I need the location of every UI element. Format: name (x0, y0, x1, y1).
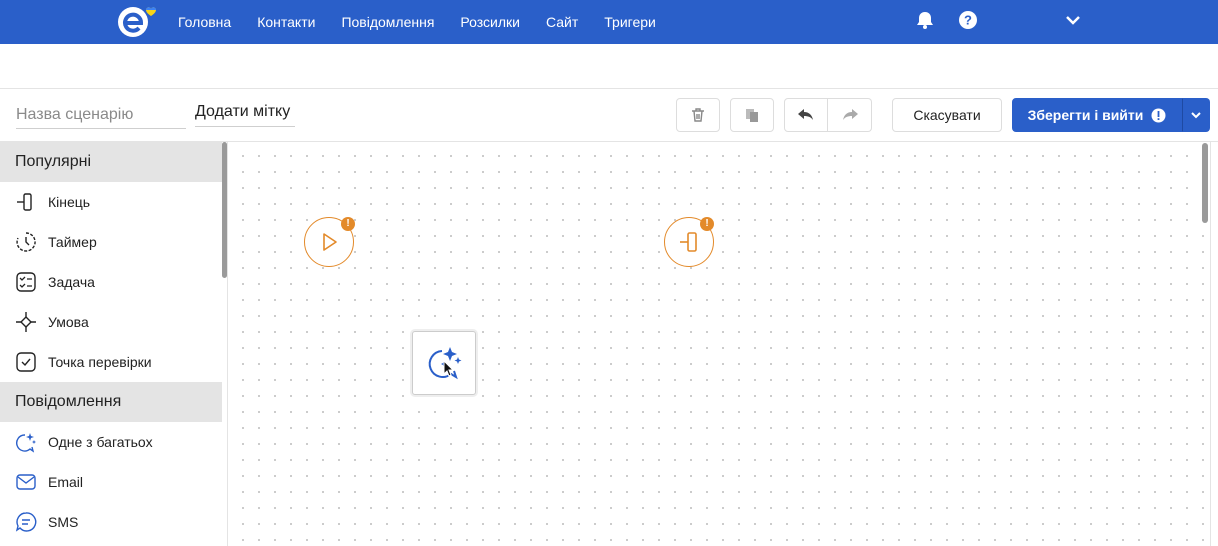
sidebar-item-email[interactable]: Email (0, 462, 227, 502)
task-icon (15, 271, 37, 293)
email-icon (15, 471, 37, 493)
sidebar-item-one-of-many[interactable]: Одне з багатьох (0, 422, 227, 462)
redo-button[interactable] (828, 98, 872, 132)
chevron-down-icon[interactable] (1062, 9, 1084, 31)
nav-triggers[interactable]: Тригери (604, 14, 656, 30)
sidebar-item-label: SMS (48, 514, 79, 530)
canvas-border (1210, 142, 1211, 546)
sidebar-item-task[interactable]: Задача (0, 262, 227, 302)
undo-icon (798, 109, 813, 120)
delete-button[interactable] (676, 98, 720, 132)
scenario-name-input[interactable] (16, 101, 186, 129)
one-of-many-node[interactable] (412, 331, 476, 395)
sidebar-item-label: Точка перевірки (48, 354, 152, 370)
trash-icon (692, 108, 704, 122)
sidebar-item-end[interactable]: Кінець (0, 182, 227, 222)
main-nav: Головна Контакти Повідомлення Розсилки С… (178, 0, 682, 44)
alert-icon (1151, 108, 1166, 122)
nav-home[interactable]: Головна (178, 14, 231, 30)
bell-icon[interactable] (914, 9, 936, 31)
timer-icon (15, 231, 37, 253)
sidebar-scrollbar[interactable] (222, 142, 227, 278)
chevron-down-icon (1191, 112, 1201, 119)
end-icon (15, 191, 37, 213)
copy-icon (746, 109, 758, 122)
sidebar-item-timer[interactable]: Таймер (0, 222, 227, 262)
canvas-scrollbar[interactable] (1202, 143, 1208, 223)
sidebar-item-sms[interactable]: SMS (0, 502, 227, 542)
play-icon (323, 233, 337, 251)
sidebar-item-label: Таймер (48, 234, 97, 250)
end-icon (680, 232, 697, 252)
undo-button[interactable] (784, 98, 828, 132)
nav-contacts[interactable]: Контакти (257, 14, 315, 30)
sidebar-item-label: Задача (48, 274, 95, 290)
section-popular-title: Популярні (0, 142, 222, 182)
nav-site[interactable]: Сайт (546, 14, 578, 30)
mouse-cursor-icon (443, 360, 455, 377)
logo-icon[interactable] (116, 4, 162, 38)
section-messages-title: Повідомлення (0, 382, 222, 422)
sms-icon (15, 511, 37, 533)
workflow-canvas[interactable] (229, 142, 1218, 546)
redo-icon (842, 109, 858, 120)
nav-messages[interactable]: Повідомлення (341, 14, 434, 30)
sidebar-item-label: Одне з багатьох (48, 434, 153, 450)
sidebar-item-condition[interactable]: Умова (0, 302, 227, 342)
svg-text:?: ? (964, 13, 972, 28)
save-and-exit-label: Зберегти і вийти (1027, 107, 1144, 123)
editor-toolbar: Додати мітку Скасувати Зберегти і вийти (0, 88, 1218, 142)
one-of-many-icon (15, 431, 37, 453)
warning-badge: ! (341, 217, 355, 231)
save-and-exit-button[interactable]: Зберегти і вийти (1012, 98, 1182, 132)
sidebar-item-label: Умова (48, 314, 89, 330)
sidebar-item-label: Кінець (48, 194, 91, 210)
warning-badge: ! (700, 217, 714, 231)
top-navbar: Головна Контакти Повідомлення Розсилки С… (0, 0, 1218, 44)
cancel-button[interactable]: Скасувати (892, 98, 1002, 132)
sidebar-item-checkpoint[interactable]: Точка перевірки (0, 342, 227, 382)
nav-campaigns[interactable]: Розсилки (460, 14, 520, 30)
checkpoint-icon (15, 351, 37, 373)
save-options-dropdown[interactable] (1182, 98, 1210, 132)
copy-button[interactable] (730, 98, 774, 132)
help-icon[interactable]: ? (957, 9, 979, 31)
condition-icon (15, 311, 37, 333)
sidebar-item-label: Email (48, 474, 84, 490)
blocks-sidebar: Популярні Кінець Таймер Задача Умова Точ… (0, 142, 228, 546)
add-tag-button[interactable]: Додати мітку (195, 103, 295, 127)
